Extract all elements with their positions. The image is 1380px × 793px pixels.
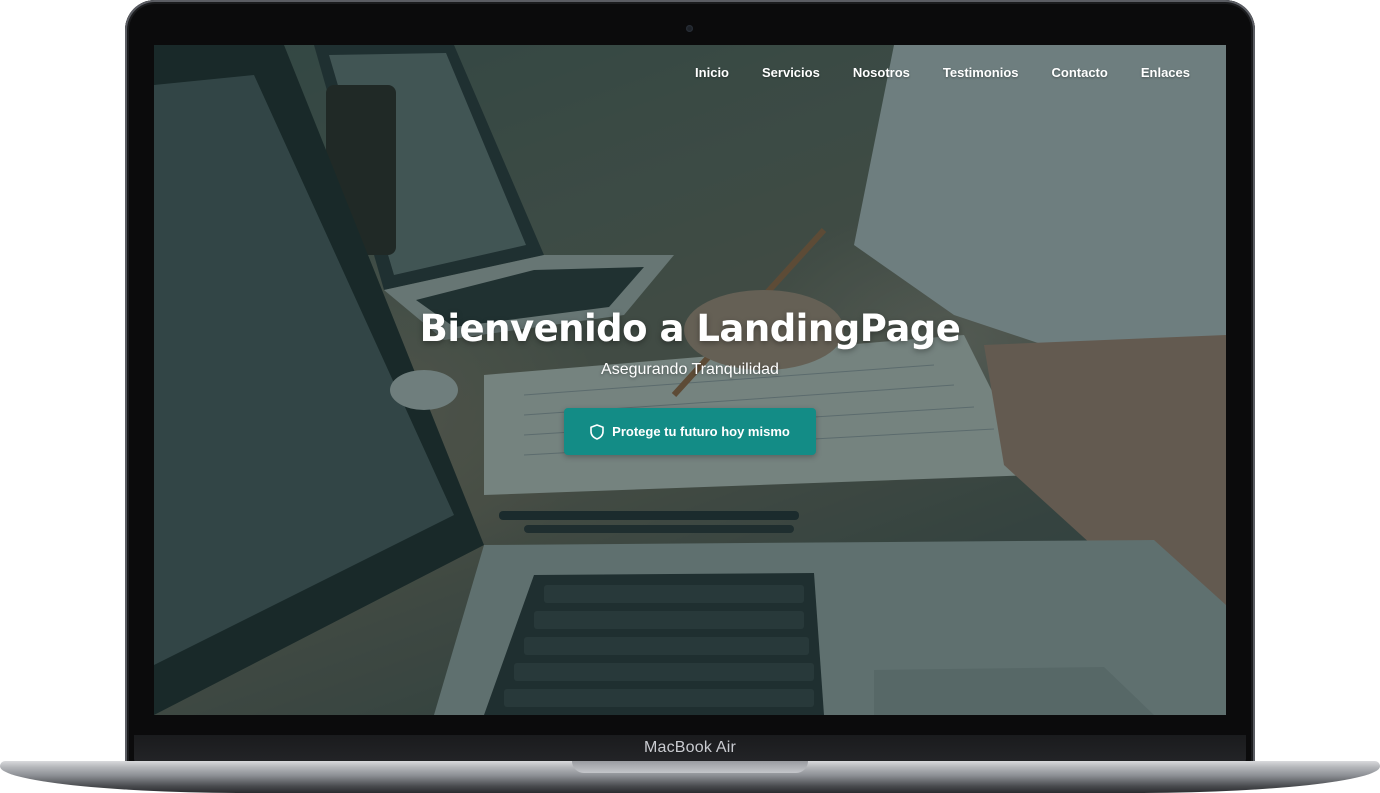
nav-link-inicio[interactable]: Inicio: [695, 63, 729, 82]
shield-icon: [590, 423, 604, 440]
nav-link-testimonios[interactable]: Testimonios: [943, 63, 1019, 82]
hero-subtitle: Asegurando Tranquilidad: [601, 361, 779, 378]
main-nav: Inicio Servicios Nosotros Testimonios Co…: [662, 63, 1190, 82]
nav-link-nosotros[interactable]: Nosotros: [853, 63, 910, 82]
device-label: MacBook Air: [643, 739, 736, 756]
nav-link-enlaces[interactable]: Enlaces: [1141, 63, 1190, 82]
nav-link-servicios[interactable]: Servicios: [762, 63, 820, 82]
nav-link-contacto[interactable]: Contacto: [1052, 63, 1108, 82]
laptop-notch: [572, 761, 808, 773]
hero-title: Bienvenido a LandingPage: [419, 307, 961, 350]
cta-button[interactable]: Protege tu futuro hoy mismo: [564, 408, 816, 455]
hero-overlay: [154, 45, 1226, 715]
browser-viewport: Inicio Servicios Nosotros Testimonios Co…: [154, 45, 1226, 715]
camera-icon: [686, 25, 693, 32]
cta-button-label: Protege tu futuro hoy mismo: [612, 424, 790, 439]
